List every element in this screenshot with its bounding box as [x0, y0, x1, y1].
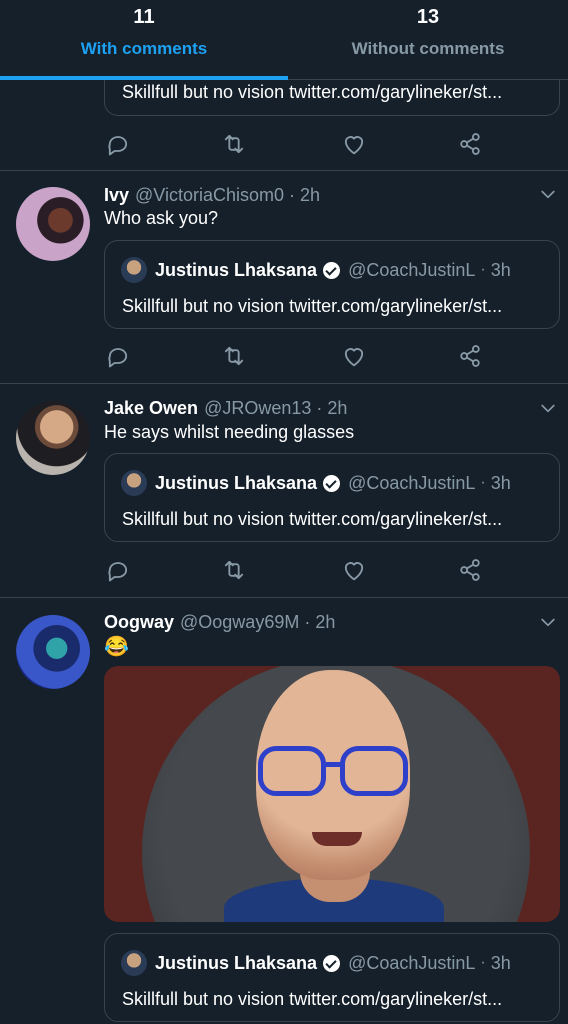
- tab-with-comments[interactable]: 11 With comments: [0, 0, 288, 80]
- share-icon[interactable]: [456, 556, 484, 584]
- quoted-tweet-text: Skillfull but no vision twitter.com/gary…: [122, 82, 503, 102]
- quoted-tweet-header: Justinus Lhaksana @CoachJustinL · 3h: [121, 950, 511, 976]
- quoted-tweet-header: Justinus Lhaksana @CoachJustinL · 3h: [121, 470, 511, 496]
- timestamp: 3h: [490, 952, 511, 973]
- author-handle: @CoachJustinL: [348, 472, 476, 493]
- like-icon[interactable]: [340, 130, 368, 158]
- tab-without-comments[interactable]: 13 Without comments: [288, 0, 568, 80]
- tweet-emoji: 😂: [104, 636, 129, 658]
- tweet-header: Jake Owen @JROwen13 · 2h: [104, 396, 347, 420]
- quoted-tweet-card[interactable]: Justinus Lhaksana @CoachJustinL · 3h Ski…: [104, 933, 560, 1022]
- timestamp[interactable]: 2h: [327, 398, 347, 419]
- chevron-down-icon[interactable]: [538, 612, 558, 632]
- avatar: [121, 950, 147, 976]
- glasses-icon: [340, 746, 408, 796]
- share-icon[interactable]: [456, 342, 484, 370]
- like-icon[interactable]: [340, 342, 368, 370]
- timestamp[interactable]: 2h: [315, 612, 335, 633]
- retweet-icon[interactable]: [220, 342, 248, 370]
- timestamp: 3h: [490, 472, 511, 493]
- glasses-icon: [258, 746, 326, 796]
- quoted-tweet-card[interactable]: Justinus Lhaksana @CoachJustinL · 3h Ski…: [104, 453, 560, 542]
- avatar: [121, 257, 147, 283]
- author-handle: @VictoriaChisom0: [135, 184, 285, 205]
- reply-icon[interactable]: [104, 342, 132, 370]
- divider: [0, 597, 568, 598]
- timestamp[interactable]: 2h: [300, 185, 320, 206]
- divider: [0, 170, 568, 171]
- quoted-tweet-text: Skillfull but no vision twitter.com/gary…: [122, 989, 503, 1009]
- author-handle: @CoachJustinL: [348, 259, 476, 280]
- quoted-tweet-card[interactable]: Justinus Lhaksana @CoachJustinL · 3h Ski…: [104, 240, 560, 329]
- tweet-header: Ivy @VictoriaChisom0 · 2h: [104, 183, 320, 207]
- photo-mouth: [312, 832, 362, 846]
- author-handle: @CoachJustinL: [348, 952, 476, 973]
- comment-filter-tabs: 11 With comments 13 Without comments: [0, 0, 568, 80]
- tab-label: With comments: [80, 39, 208, 58]
- tweet-actions: [104, 130, 504, 160]
- like-icon[interactable]: [340, 556, 368, 584]
- chevron-down-icon[interactable]: [538, 184, 558, 204]
- chevron-down-icon[interactable]: [538, 398, 558, 418]
- author-name[interactable]: Ivy: [104, 185, 129, 206]
- author-handle: @JROwen13: [204, 397, 312, 418]
- quoted-tweet-text: Skillfull but no vision twitter.com/gary…: [122, 296, 503, 316]
- avatar[interactable]: [16, 187, 90, 261]
- timestamp: 3h: [490, 259, 511, 280]
- separator: ·: [480, 954, 486, 971]
- tweet-header: Oogway @Oogway69M · 2h: [104, 610, 335, 634]
- author-handle: @Oogway69M: [180, 611, 300, 632]
- separator: ·: [289, 184, 296, 205]
- author-name: Justinus Lhaksana: [155, 472, 318, 493]
- tab-count: 11: [133, 6, 155, 28]
- tweet-actions: [104, 556, 504, 586]
- avatar[interactable]: [16, 401, 90, 475]
- tweet-media-image[interactable]: [104, 666, 560, 922]
- avatar[interactable]: [16, 615, 90, 689]
- tab-label: Without comments: [351, 39, 505, 58]
- verified-badge-icon: [323, 261, 341, 279]
- verified-badge-icon: [323, 474, 341, 492]
- reply-icon[interactable]: [104, 556, 132, 584]
- tweet-text: He says whilst needing glasses: [104, 422, 355, 442]
- divider: [0, 383, 568, 384]
- separator: ·: [304, 611, 311, 632]
- author-name: Justinus Lhaksana: [155, 952, 318, 973]
- active-tab-indicator: [0, 76, 288, 80]
- author-name: Justinus Lhaksana: [155, 259, 318, 280]
- reply-icon[interactable]: [104, 130, 132, 158]
- quoted-tweet-text: Skillfull but no vision twitter.com/gary…: [122, 509, 503, 529]
- glasses-bridge: [322, 762, 344, 767]
- retweet-icon[interactable]: [220, 556, 248, 584]
- separator: ·: [480, 261, 486, 278]
- separator: ·: [480, 474, 486, 491]
- tab-count: 13: [416, 6, 440, 28]
- tweet-text: Who ask you?: [104, 208, 219, 228]
- verified-badge-icon: [323, 954, 341, 972]
- separator: ·: [316, 397, 323, 418]
- share-icon[interactable]: [456, 130, 484, 158]
- tweet-actions: [104, 342, 504, 372]
- retweet-icon[interactable]: [220, 130, 248, 158]
- quoted-tweet-header: Justinus Lhaksana @CoachJustinL · 3h: [121, 257, 511, 283]
- author-name[interactable]: Jake Owen: [104, 398, 198, 419]
- avatar: [121, 470, 147, 496]
- author-name[interactable]: Oogway: [104, 612, 174, 633]
